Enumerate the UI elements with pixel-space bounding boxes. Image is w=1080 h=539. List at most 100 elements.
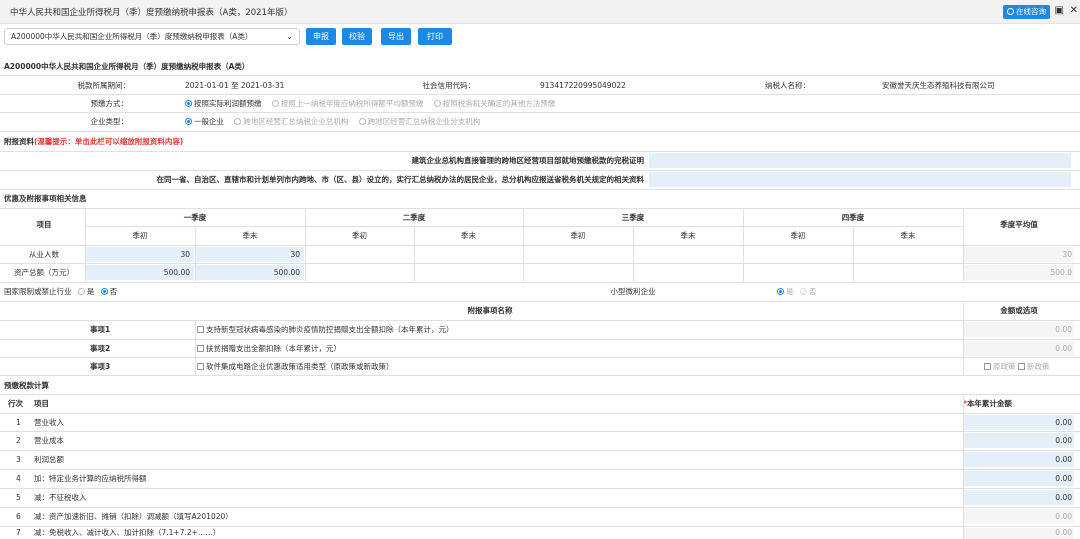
calc-row-value: 0.00 xyxy=(1055,418,1072,427)
fullscreen-icon[interactable]: ▣ xyxy=(1055,5,1064,16)
checkbox-icon xyxy=(984,363,991,370)
radio-checked-icon xyxy=(100,288,108,295)
small-yes[interactable]: 是 xyxy=(777,287,794,296)
employees-q1-end: 30 xyxy=(290,250,300,259)
employees-label: 从业人数 xyxy=(29,250,59,259)
period-label: 税款所属期间： xyxy=(77,81,131,90)
title-bar: 中华人民共和国企业所得税月（季）度预缴纳税申报表（A类，2021年版） 在线咨询… xyxy=(0,0,1080,24)
checkbox-icon xyxy=(197,363,204,370)
attachment-row2-input[interactable] xyxy=(649,172,1071,187)
prepay-option-actual[interactable]: 按照实际利润额预缴 xyxy=(185,99,262,108)
calc-col-item: 项目 xyxy=(34,399,49,408)
restricted-no[interactable]: 否 xyxy=(100,287,117,296)
enterprise-options: 一般企业 跨地区经营汇总纳税企业总机构 跨地区经营汇总纳税企业分支机构 xyxy=(185,113,488,130)
credit-value: 913417220995049022 xyxy=(540,81,626,90)
toolbar: A200000中华人民共和国企业所得税月（季）度预缴纳税申报表（A类） ⌄ 申报 … xyxy=(0,24,1080,48)
radio-checked-icon xyxy=(777,288,784,295)
item3-label: 事项3 xyxy=(90,362,111,371)
calc-row-no: 1 xyxy=(16,418,21,427)
q3-start-header: 季初 xyxy=(570,231,586,240)
online-consult-label: 在线咨询 xyxy=(1016,7,1046,16)
enterprise-option-general[interactable]: 一般企业 xyxy=(185,117,224,126)
preferences-item-col: 项目 xyxy=(36,220,52,229)
calc-row-item: 减：不征税收入 xyxy=(34,493,87,502)
calc-row-no: 7 xyxy=(16,528,21,537)
item1-label: 事项1 xyxy=(90,325,111,334)
calc-row-value: 0.00 xyxy=(1055,436,1072,445)
item1-text[interactable]: 支持新型冠状病毒感染的肺炎疫情防控捐赠支出全额扣除（本年累计，元） xyxy=(197,321,454,338)
preferences-header: 优惠及附报事项相关信息 xyxy=(4,194,87,203)
calc-row-item: 减：资产加速折旧、摊销（扣除）调减额（填写A201020） xyxy=(34,512,233,521)
form-select[interactable]: A200000中华人民共和国企业所得税月（季）度预缴纳税申报表（A类） ⌄ xyxy=(4,28,300,45)
radio-icon xyxy=(77,288,85,295)
q2-end-header: 季末 xyxy=(461,231,476,240)
calc-row-item: 减：免税收入、减计收入、加计扣除（7.1+7.2+……） xyxy=(34,528,221,537)
attachment-header[interactable]: 附报资料(温馨提示：单击此栏可以缩放附报资料内容) xyxy=(4,133,183,150)
print-button[interactable]: 打印 xyxy=(418,28,452,45)
attachment-tip: (温馨提示：单击此栏可以缩放附报资料内容) xyxy=(34,137,184,146)
restricted-yes[interactable]: 是 xyxy=(77,287,94,296)
radio-icon xyxy=(799,288,807,295)
online-consult-button[interactable]: 在线咨询 xyxy=(1003,5,1050,19)
form-title: A200000中华人民共和国企业所得税月（季）度预缴纳税申报表（A类） xyxy=(4,62,250,71)
prepay-option-lastyear[interactable]: 按照上一纳税年度应纳税所得额平均额预缴 xyxy=(271,99,423,108)
small-label: 小型微利企业 xyxy=(610,287,656,296)
calc-row-value: 0.00 xyxy=(1055,528,1072,537)
item3-option-new[interactable]: 新政策 xyxy=(1017,362,1049,371)
item2-text[interactable]: 扶贫捐赠支出全额扣除（本年累计，元） xyxy=(197,340,341,357)
prepay-option-other[interactable]: 按照税务机关确定的其他方法预缴 xyxy=(433,99,555,108)
radio-checked-icon xyxy=(185,118,192,125)
attachment-row1: 建筑企业总机构直接管理的跨地区经营项目部就地预缴税款的完税证明 xyxy=(411,156,645,165)
calc-row-value: 0.00 xyxy=(1055,493,1072,502)
quarter-4-header: 四季度 xyxy=(841,213,865,222)
calc-col-line: 行次 xyxy=(8,399,23,408)
calc-row-item: 营业成本 xyxy=(34,436,64,445)
calc-row-no: 3 xyxy=(16,455,21,464)
calc-row-item: 加：特定业务计算的应纳税所得额 xyxy=(34,474,147,483)
chevron-down-icon: ⌄ xyxy=(286,32,293,41)
employees-q1-start: 30 xyxy=(180,250,190,259)
item3-option-old[interactable]: 原政策 xyxy=(984,362,1016,371)
enterprise-option-head[interactable]: 跨地区经营汇总纳税企业总机构 xyxy=(234,117,348,126)
attachment-row2: 在同一省、自治区、直辖市和计划单列市内跨地、市（区、县）设立的，实行汇总纳税办法… xyxy=(156,175,645,184)
checkbox-icon xyxy=(197,326,204,333)
export-button[interactable]: 导出 xyxy=(381,28,411,45)
taxpayer-value: 安徽誉天庆生态养殖科技有限公司 xyxy=(882,81,995,90)
quarter-2-header: 二季度 xyxy=(402,213,426,222)
item1-value: 0.00 xyxy=(1055,325,1072,334)
enterprise-label: 企业类型： xyxy=(90,117,129,126)
radio-icon xyxy=(271,100,279,107)
period-value: 2021-01-01 至 2021-03-31 xyxy=(185,81,285,90)
radio-icon xyxy=(433,100,441,107)
taxpayer-label: 纳税人名称： xyxy=(765,81,810,90)
item3-text[interactable]: 软件集成电路企业优惠政策适用类型（原政策或新政策） xyxy=(197,358,394,375)
checkbox-icon xyxy=(1017,363,1025,370)
enterprise-option-branch[interactable]: 跨地区经营汇总纳税企业分支机构 xyxy=(358,117,480,126)
refresh-icon xyxy=(1007,8,1014,15)
calc-row-item: 营业收入 xyxy=(34,418,64,427)
quarter-1-header: 一季度 xyxy=(183,213,207,222)
restricted-label: 国家限制或禁止行业 xyxy=(4,287,72,296)
q4-start-header: 季初 xyxy=(790,231,806,240)
q3-end-header: 季末 xyxy=(680,231,696,240)
small-no[interactable]: 否 xyxy=(799,287,816,296)
item2-value: 0.00 xyxy=(1055,344,1072,353)
calc-row-no: 5 xyxy=(16,493,21,502)
assets-q1-end: 500.00 xyxy=(273,268,300,277)
declare-button[interactable]: 申报 xyxy=(306,28,336,45)
quarter-3-header: 三季度 xyxy=(621,213,645,222)
calc-row-value: 0.00 xyxy=(1055,455,1072,464)
attachment-row1-input[interactable] xyxy=(649,153,1071,168)
close-icon[interactable]: ✕ xyxy=(1070,5,1078,16)
radio-checked-icon xyxy=(185,100,192,107)
quarter-avg-header: 季度平均值 xyxy=(1000,220,1038,229)
radio-icon xyxy=(234,118,242,125)
verify-button[interactable]: 校验 xyxy=(342,28,372,45)
q4-end-header: 季末 xyxy=(900,231,916,240)
form-select-value: A200000中华人民共和国企业所得税月（季）度预缴纳税申报表（A类） xyxy=(11,32,253,41)
prepay-options: 按照实际利润额预缴 按照上一纳税年度应纳税所得额平均额预缴 按照税务机关确定的其… xyxy=(185,95,563,112)
prepay-label: 预缴方式： xyxy=(90,99,129,108)
calc-row-value: 0.00 xyxy=(1055,512,1072,521)
q1-end-header: 季末 xyxy=(242,231,258,240)
item3-options: 原政策 新政策 xyxy=(984,358,1049,375)
